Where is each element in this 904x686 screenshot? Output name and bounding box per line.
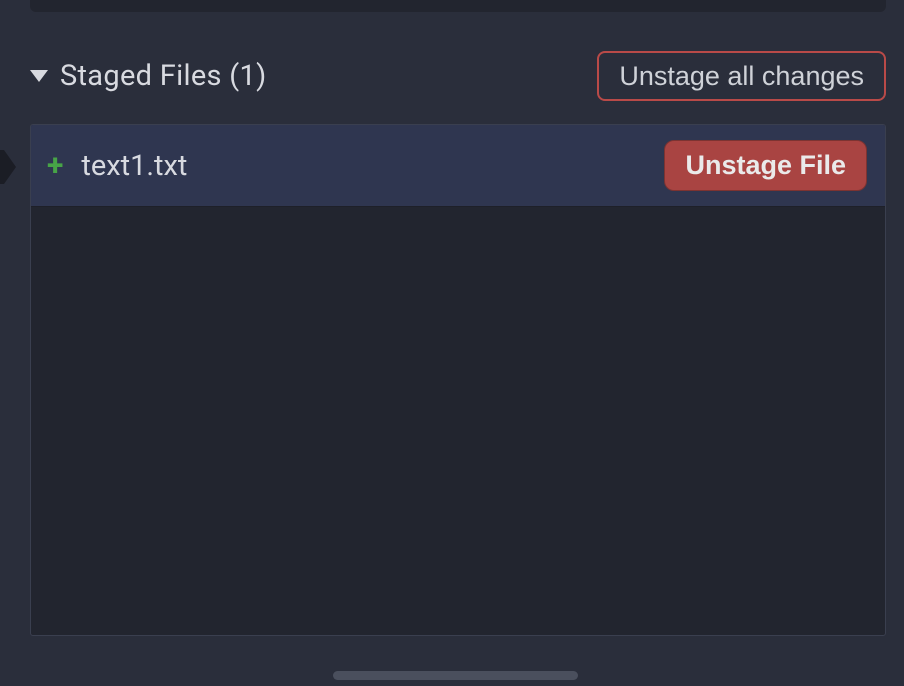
horizontal-scrollbar-thumb[interactable] [333,671,578,680]
selection-marker-icon [0,150,16,184]
section-title: Staged Files (1) [60,59,266,93]
staged-files-toggle[interactable]: Staged Files (1) [30,59,266,93]
plus-icon: + [47,151,63,181]
file-row[interactable]: + text1.txt Unstage File [31,125,885,207]
staged-files-header: Staged Files (1) Unstage all changes [30,46,886,106]
file-info: + text1.txt [47,149,187,183]
unstage-file-button[interactable]: Unstage File [664,140,867,191]
caret-down-icon [30,70,48,82]
staged-files-panel: + text1.txt Unstage File [30,124,886,636]
unstage-all-button[interactable]: Unstage all changes [597,51,886,101]
file-name: text1.txt [81,149,187,183]
previous-panel-edge [30,0,886,12]
